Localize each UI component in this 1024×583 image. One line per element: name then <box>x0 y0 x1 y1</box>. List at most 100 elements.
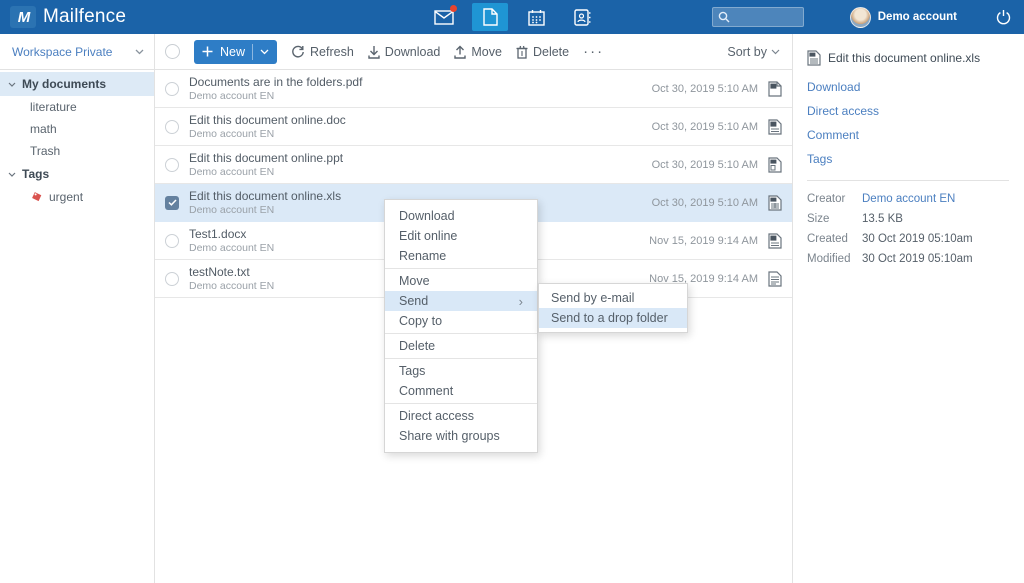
detail-row-modified: Modified 30 Oct 2019 05:10am <box>807 253 1009 265</box>
file-date: Oct 30, 2019 5:10 AM <box>652 83 758 95</box>
account-menu[interactable]: Demo account <box>850 7 957 28</box>
chevron-down-icon <box>260 49 269 55</box>
move-icon <box>454 45 466 59</box>
detail-value: 30 Oct 2019 05:10am <box>862 233 973 245</box>
row-text: Edit this document online.doc Demo accou… <box>189 113 642 141</box>
workspace-selector[interactable]: Workspace Private <box>0 34 154 70</box>
context-menu-group: Move Send › Copy to <box>385 268 537 333</box>
menu-item-direct-access[interactable]: Direct access <box>385 406 537 426</box>
row-checkbox[interactable] <box>165 234 179 248</box>
menu-item-label: Tags <box>399 364 425 378</box>
document-row[interactable]: Documents are in the folders.pdf Demo ac… <box>155 70 792 108</box>
file-owner: Demo account EN <box>189 90 642 103</box>
ellipsis-icon: ··· <box>583 43 604 60</box>
sidebar-section-tags[interactable]: Tags <box>0 162 154 186</box>
detail-label: Creator <box>807 193 862 205</box>
document-row[interactable]: Edit this document online.ppt Demo accou… <box>155 146 792 184</box>
pdf-file-icon <box>768 81 782 97</box>
file-owner: Demo account EN <box>189 128 642 141</box>
preview-title-row: Edit this document online.xls <box>807 50 1009 66</box>
tags-label: Tags <box>22 167 49 181</box>
preview-panel: Edit this document online.xls Download D… <box>793 34 1023 583</box>
docx-file-icon <box>768 233 782 249</box>
menu-item-send[interactable]: Send › <box>385 291 537 311</box>
preview-download-link[interactable]: Download <box>807 80 1009 94</box>
send-submenu: Send by e-mail Send to a drop folder <box>538 283 688 333</box>
logout-button[interactable] <box>995 9 1012 26</box>
document-row[interactable]: Edit this document online.doc Demo accou… <box>155 108 792 146</box>
folder-label: Trash <box>30 144 60 158</box>
menu-item-label: Send by e-mail <box>551 291 634 305</box>
chevron-down-icon <box>135 49 144 55</box>
context-menu-group: Download Edit online Rename <box>385 204 537 268</box>
menu-item-label: Comment <box>399 384 453 398</box>
file-date: Oct 30, 2019 5:10 AM <box>652 159 758 171</box>
file-name: Documents are in the folders.pdf <box>189 75 642 90</box>
xls-file-icon <box>768 195 782 211</box>
menu-item-label: Share with groups <box>399 429 500 443</box>
refresh-button[interactable]: Refresh <box>291 45 354 59</box>
row-checkbox[interactable] <box>165 120 179 134</box>
menu-item-delete[interactable]: Delete <box>385 336 537 356</box>
sidebar-item-my-documents[interactable]: My documents <box>0 72 154 96</box>
brand-name: Mailfence <box>43 6 126 28</box>
nav-contacts[interactable] <box>564 3 600 31</box>
mailfence-documents-app: M Mailfence <box>0 0 1024 583</box>
menu-item-share-with-groups[interactable]: Share with groups <box>385 426 537 446</box>
menu-item-comment[interactable]: Comment <box>385 381 537 401</box>
menu-item-send-to-drop-folder[interactable]: Send to a drop folder <box>539 308 687 328</box>
row-checkbox[interactable] <box>165 82 179 96</box>
row-text: Edit this document online.ppt Demo accou… <box>189 151 642 179</box>
select-all-checkbox[interactable] <box>165 44 180 59</box>
new-button[interactable]: New <box>194 40 277 64</box>
menu-item-tags[interactable]: Tags <box>385 361 537 381</box>
xls-file-icon <box>807 50 821 66</box>
menu-item-edit-online[interactable]: Edit online <box>385 226 537 246</box>
search-input[interactable] <box>734 11 798 23</box>
menu-item-copy-to[interactable]: Copy to <box>385 311 537 331</box>
tag-label: urgent <box>49 190 83 204</box>
sidebar-item-literature[interactable]: literature <box>0 96 154 118</box>
delete-button[interactable]: Delete <box>516 45 569 59</box>
row-checkbox[interactable] <box>165 158 179 172</box>
documents-icon <box>483 8 498 26</box>
folder-tree: My documents literature math Trash Tags … <box>0 70 154 208</box>
move-button[interactable]: Move <box>454 45 502 59</box>
mailfence-logo-icon: M <box>10 6 36 28</box>
sidebar-item-trash[interactable]: Trash <box>0 140 154 162</box>
search-box[interactable] <box>712 7 804 27</box>
menu-item-label: Copy to <box>399 314 442 328</box>
menu-item-rename[interactable]: Rename <box>385 246 537 266</box>
sidebar-item-tag-urgent[interactable]: urgent <box>0 186 154 208</box>
preview-direct-access-link[interactable]: Direct access <box>807 104 1009 118</box>
workspace-label: Workspace Private <box>12 45 112 59</box>
file-name: Edit this document online.ppt <box>189 151 642 166</box>
folder-label: literature <box>30 100 77 114</box>
menu-item-label: Rename <box>399 249 446 263</box>
nav-calendar[interactable] <box>518 3 554 31</box>
menu-item-download[interactable]: Download <box>385 206 537 226</box>
submenu-arrow-icon: › <box>519 294 523 309</box>
context-menu-group: Delete <box>385 333 537 358</box>
sort-by-button[interactable]: Sort by <box>727 45 780 59</box>
nav-documents[interactable] <box>472 3 508 31</box>
sidebar-item-math[interactable]: math <box>0 118 154 140</box>
menu-item-label: Download <box>399 209 455 223</box>
file-owner: Demo account EN <box>189 166 642 179</box>
creator-link[interactable]: Demo account EN <box>862 193 955 205</box>
row-checkbox[interactable] <box>165 272 179 286</box>
row-checkbox-checked[interactable] <box>165 196 179 210</box>
more-actions-button[interactable]: ··· <box>583 43 604 60</box>
preview-tags-link[interactable]: Tags <box>807 152 1009 166</box>
brand-logo[interactable]: M Mailfence <box>10 6 126 28</box>
download-button[interactable]: Download <box>368 45 441 59</box>
menu-item-send-by-email[interactable]: Send by e-mail <box>539 288 687 308</box>
menu-item-label: Send <box>399 294 428 308</box>
refresh-label: Refresh <box>310 45 354 59</box>
menu-item-label: Move <box>399 274 430 288</box>
context-menu-group: Direct access Share with groups <box>385 403 537 448</box>
divider <box>252 44 253 60</box>
menu-item-move[interactable]: Move <box>385 271 537 291</box>
nav-mail[interactable] <box>426 3 462 31</box>
preview-comment-link[interactable]: Comment <box>807 128 1009 142</box>
